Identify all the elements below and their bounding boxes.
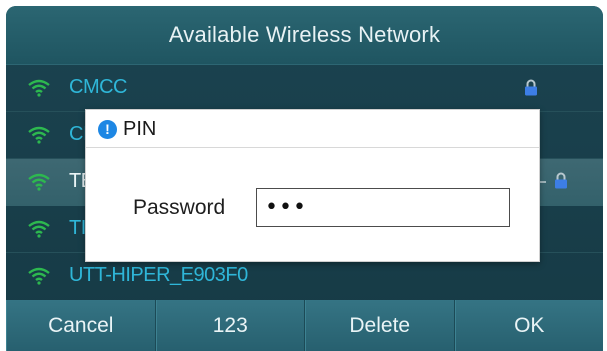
cancel-softkey[interactable]: Cancel	[6, 300, 156, 351]
network-row[interactable]: CMCC	[6, 65, 603, 112]
delete-softkey[interactable]: Delete	[305, 300, 455, 351]
screen-title: Available Wireless Network	[168, 22, 441, 47]
wifi-signal-icon	[28, 79, 50, 97]
dialog-title: PIN	[123, 118, 157, 140]
network-ssid: TI	[69, 217, 86, 239]
network-ssid: UTT-HIPER_E903F0	[69, 264, 248, 286]
lock-icon	[555, 172, 567, 189]
wifi-signal-icon	[28, 126, 50, 144]
wifi-signal-icon	[28, 267, 50, 285]
ok-softkey[interactable]: OK	[454, 300, 603, 351]
phone-device: Available Wireless Network CMCC CI TE TI…	[0, 0, 607, 351]
info-icon: !	[98, 120, 117, 139]
dialog-title-bar: ! PIN	[86, 110, 539, 148]
lock-icon	[525, 79, 537, 96]
password-label: Password	[133, 196, 226, 219]
wifi-signal-icon	[28, 173, 50, 191]
screen-header: Available Wireless Network	[6, 6, 603, 65]
input-mode-softkey[interactable]: 123	[155, 300, 305, 351]
wifi-signal-icon	[28, 220, 50, 238]
phone-screen: Available Wireless Network CMCC CI TE TI…	[6, 6, 603, 351]
pin-dialog: ! PIN Password •••	[85, 109, 540, 262]
network-ssid: CMCC	[69, 76, 128, 98]
password-field[interactable]: •••	[256, 188, 510, 227]
softkey-bar: Cancel 123 Delete OK	[6, 300, 603, 351]
